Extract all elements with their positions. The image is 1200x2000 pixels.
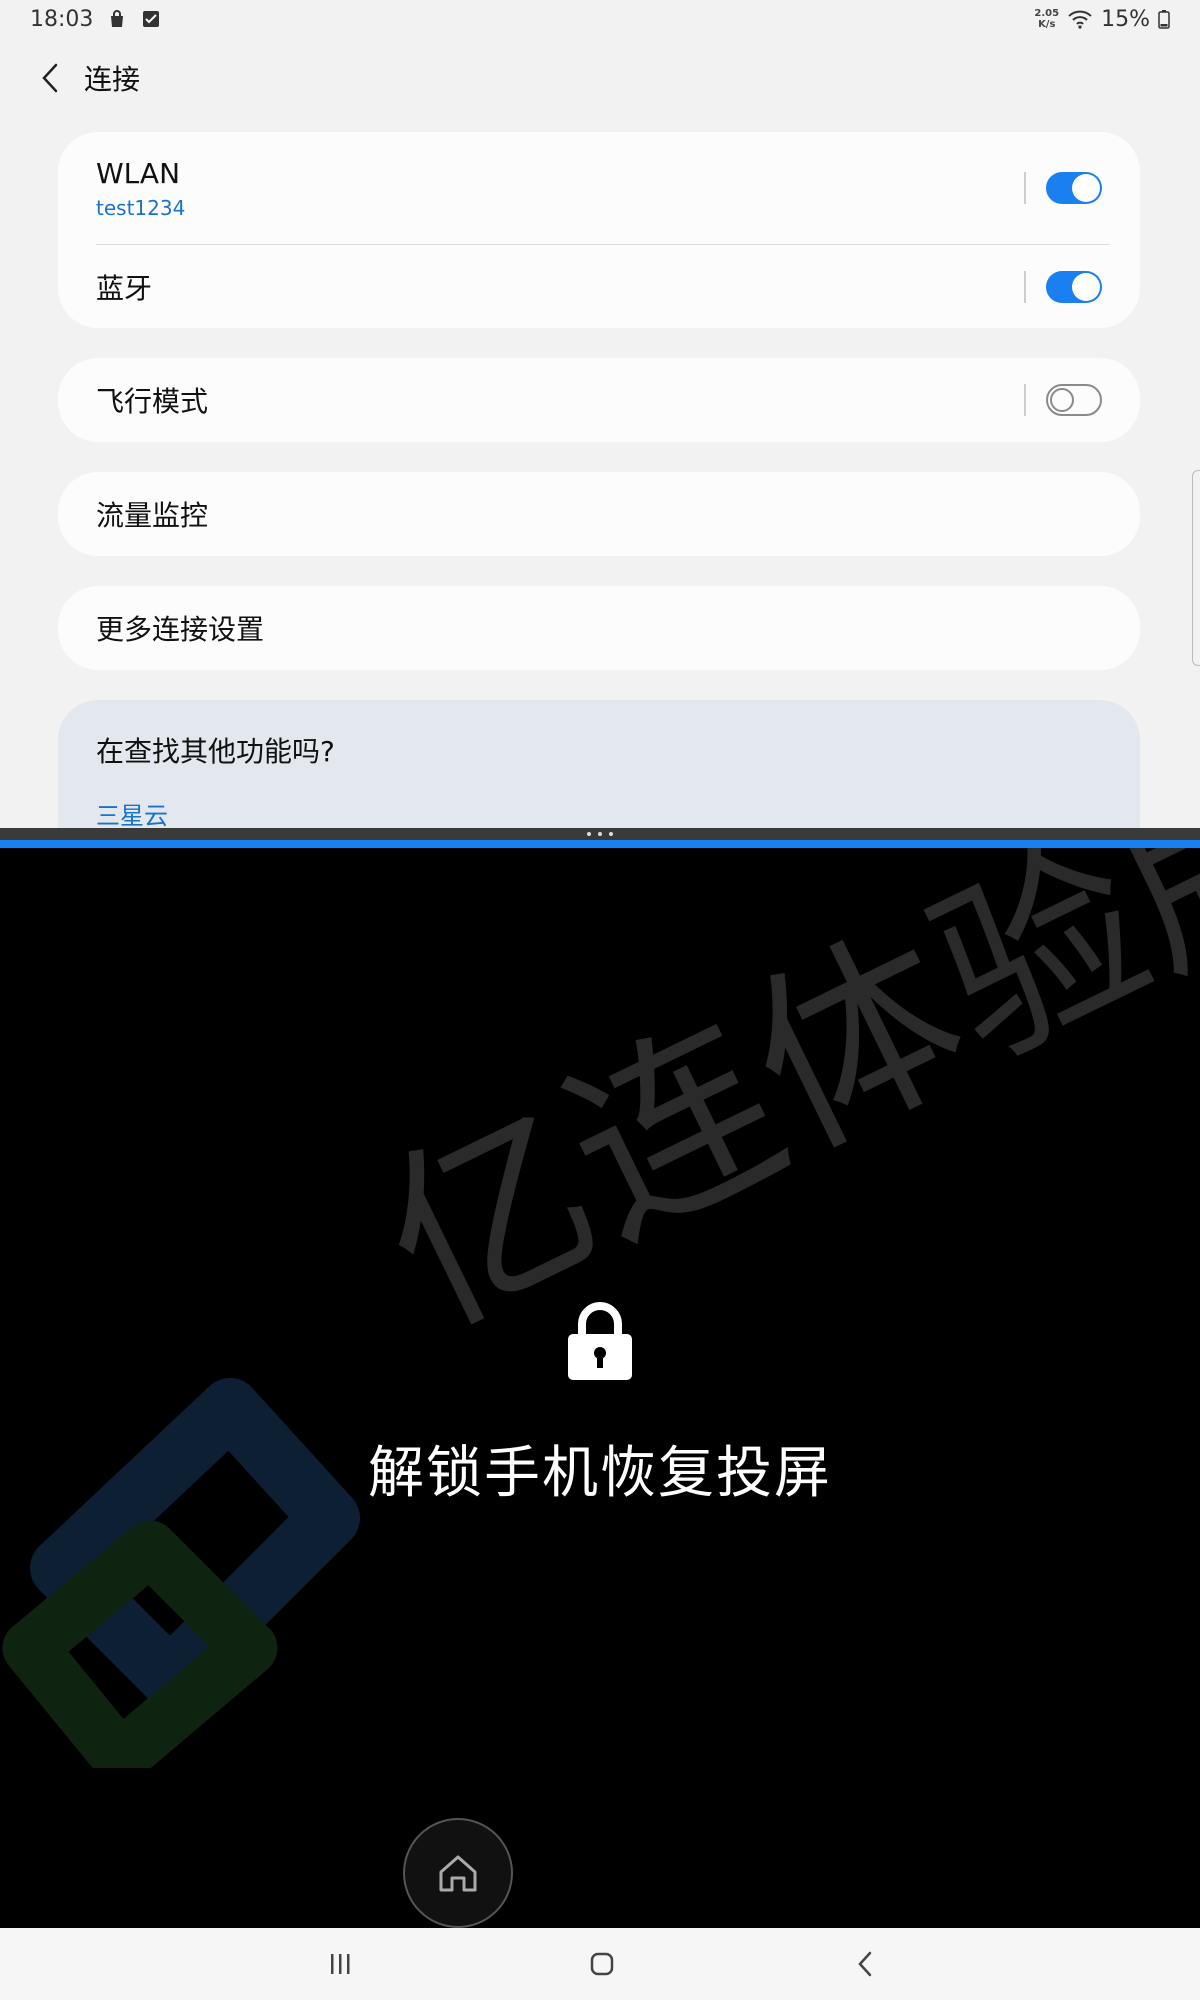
checkbox-icon — [141, 9, 161, 29]
chevron-left-icon — [858, 1951, 872, 1977]
recents-icon — [331, 1954, 350, 1974]
wlan-network: test1234 — [96, 195, 186, 220]
toggle-knob — [1072, 174, 1100, 202]
data-usage-label: 流量监控 — [96, 499, 209, 532]
split-accent-bar — [0, 840, 1200, 848]
airplane-card: 飞行模式 — [58, 358, 1140, 442]
chevron-left-icon — [42, 63, 58, 93]
suggestion-title: 在查找其他功能吗? — [96, 735, 335, 768]
data-usage-card: 流量监控 — [58, 472, 1140, 556]
watermark-text: 亿连体验版 — [350, 848, 1200, 1370]
more-settings-label: 更多连接设置 — [96, 613, 265, 646]
divider — [1024, 270, 1026, 303]
samsung-cloud-link[interactable]: 三星云 — [96, 796, 168, 828]
circle-home-icon — [590, 1952, 614, 1976]
net-speed-unit: K/s — [1038, 19, 1056, 30]
cast-pane: 亿连体验版 解锁手机恢复投屏 — [0, 848, 1200, 1928]
bluetooth-label: 蓝牙 — [96, 271, 153, 305]
scroll-indicator[interactable] — [1192, 470, 1200, 666]
more-settings-card: 更多连接设置 — [58, 586, 1140, 670]
net-speed: 2.05 K/s — [1034, 8, 1059, 30]
more-settings-row[interactable]: 更多连接设置 — [58, 586, 1140, 670]
battery-icon — [1158, 9, 1170, 29]
status-right: 2.05 K/s 15% — [1034, 7, 1170, 32]
nav-home-button[interactable] — [572, 1942, 632, 1986]
recents-button[interactable] — [310, 1942, 370, 1986]
status-bar: 18:03 2.05 K/s 15% — [0, 0, 1200, 38]
header: 连接 — [0, 52, 1200, 104]
data-usage-row[interactable]: 流量监控 — [58, 472, 1140, 556]
divider — [1024, 172, 1026, 204]
divider — [1024, 384, 1026, 416]
airplane-toggle[interactable] — [1046, 384, 1102, 416]
status-left: 18:03 — [30, 7, 161, 32]
watermark-logo-icon — [2, 1378, 360, 1768]
bluetooth-toggle[interactable] — [1046, 270, 1102, 303]
page-title: 连接 — [84, 63, 141, 96]
airplane-texts: 飞行模式 — [96, 380, 1024, 420]
split-dot — [587, 832, 591, 836]
bluetooth-texts: 蓝牙 — [96, 267, 1024, 307]
suggestion-card: 在查找其他功能吗? 三星云 — [58, 700, 1140, 828]
wlan-row[interactable]: WLAN test1234 — [58, 132, 1140, 244]
net-speed-value: 2.05 — [1034, 8, 1060, 19]
status-time: 18:03 — [30, 6, 94, 32]
wifi-icon — [1067, 9, 1093, 29]
back-button[interactable] — [34, 58, 66, 98]
toggle-knob — [1050, 388, 1074, 412]
wlan-toggle[interactable] — [1046, 172, 1102, 204]
airplane-label: 飞行模式 — [96, 385, 209, 418]
battery-percent: 15% — [1101, 6, 1150, 32]
toggle-knob — [1072, 272, 1100, 301]
wireless-card: WLAN test1234 蓝牙 — [58, 132, 1140, 328]
airplane-row[interactable]: 飞行模式 — [58, 358, 1140, 442]
split-dot — [609, 832, 613, 836]
nav-back-button[interactable] — [835, 1942, 895, 1986]
split-dot — [598, 832, 602, 836]
wlan-texts: WLAN test1234 — [96, 157, 1024, 220]
home-icon — [439, 1855, 477, 1892]
split-handle[interactable] — [0, 828, 1200, 840]
floating-home-button[interactable] — [403, 1818, 513, 1928]
lock-icon — [568, 1302, 632, 1380]
shopping-bag-icon — [107, 9, 127, 29]
navigation-bar — [0, 1928, 1200, 2000]
wlan-label: WLAN — [96, 156, 181, 190]
bluetooth-row[interactable]: 蓝牙 — [58, 245, 1140, 328]
unlock-message: 解锁手机恢复投屏 — [368, 1441, 832, 1506]
